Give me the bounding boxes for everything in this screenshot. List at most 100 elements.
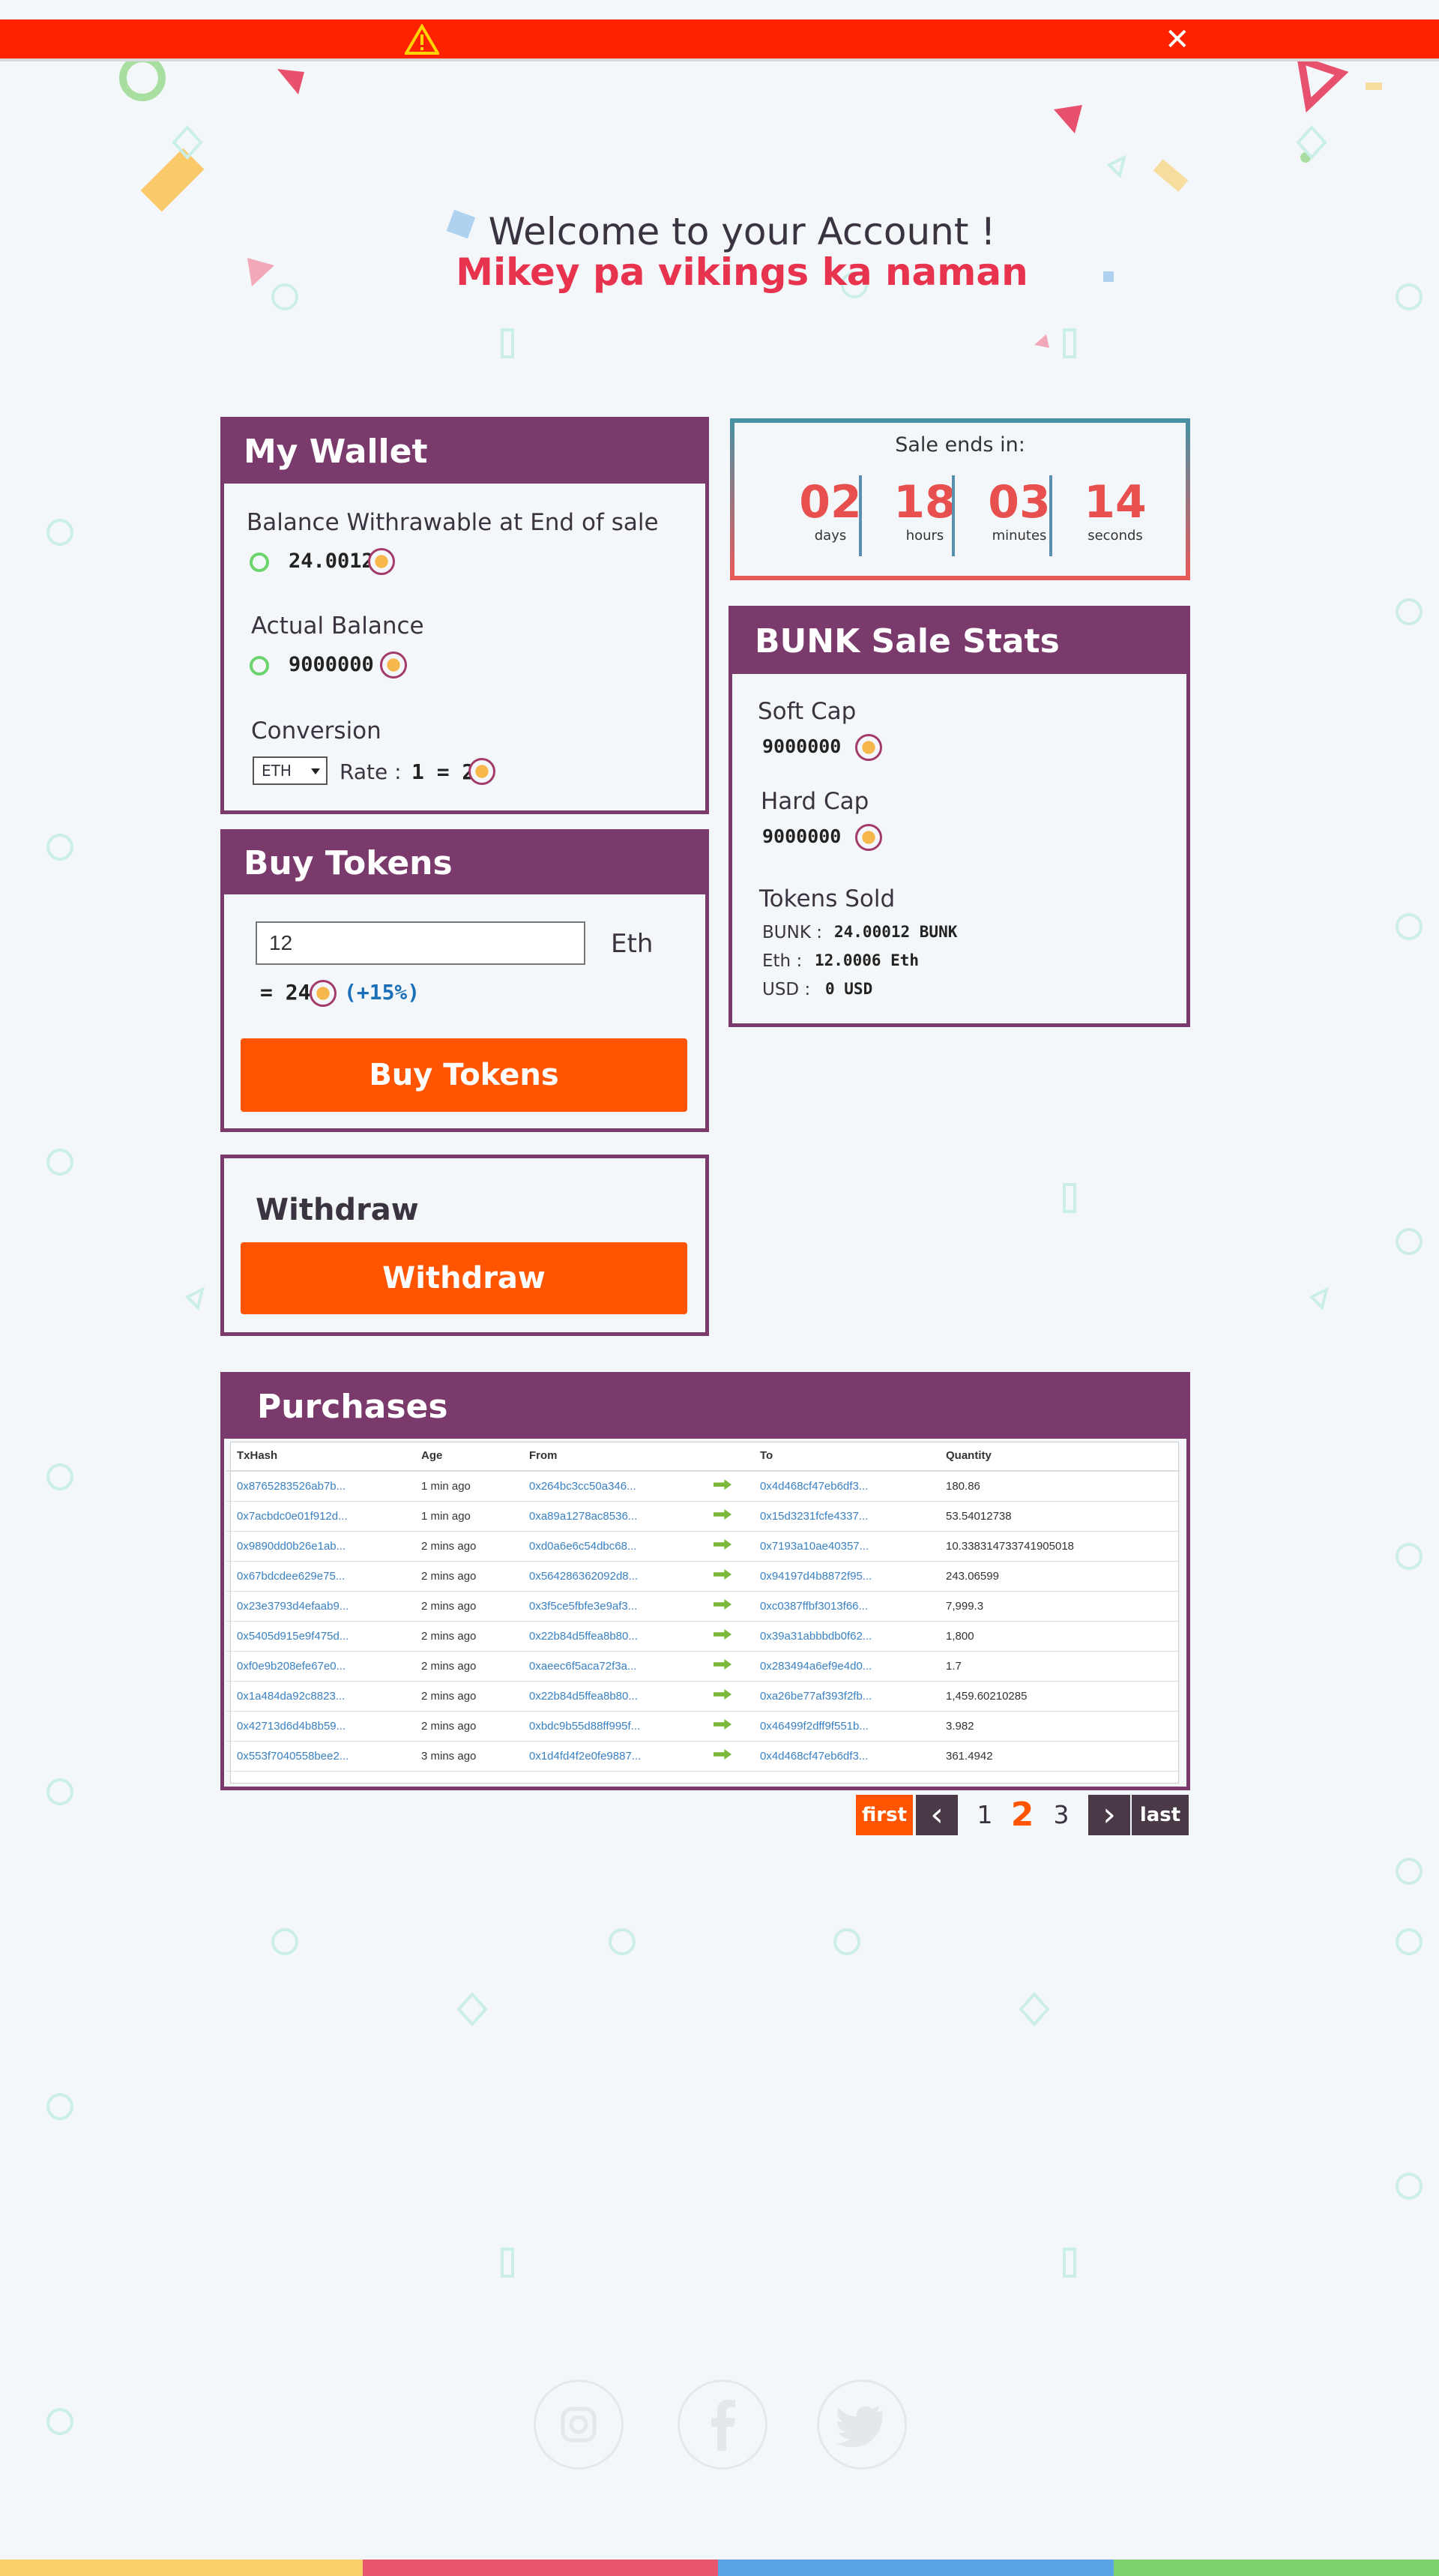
arrow-right-icon (714, 1659, 731, 1670)
column-header: TxHash (226, 1441, 411, 1472)
tx-hash-link[interactable]: 0x8765283526ab7b... (226, 1471, 411, 1502)
actual-balance-value: 9000000 (289, 653, 374, 676)
token-coin-icon (380, 651, 407, 678)
pagination-page-2-current[interactable]: 2 (1007, 1795, 1037, 1835)
token-coin-icon (368, 548, 395, 575)
arrow-right-icon (714, 1509, 731, 1520)
currency-select[interactable]: ETH (253, 756, 328, 785)
soft-cap-value: 9000000 (762, 735, 842, 757)
to-address-link[interactable]: 0x15d3231fcfe4337... (749, 1501, 935, 1532)
age-cell: 2 mins ago (411, 1561, 519, 1592)
from-address-link[interactable]: 0x22b84d5ffea8b80... (519, 1681, 703, 1712)
withdraw-button[interactable]: Withdraw (241, 1242, 687, 1314)
from-address-link[interactable]: 0xd0a6e6c54dbc68... (519, 1531, 703, 1562)
alert-bar: ✕ (0, 19, 1439, 61)
arrow-right-icon (714, 1539, 731, 1550)
from-address-link[interactable]: 0x1d4fd4f2e0fe9887... (519, 1741, 703, 1772)
withdraw-title: Withdraw (256, 1193, 419, 1227)
background-confetti (46, 54, 1423, 2435)
from-address-link[interactable]: 0xaeec6f5aca72f3a... (519, 1651, 703, 1682)
tx-hash-link[interactable]: 0xf0e9b208efe67e0... (226, 1651, 411, 1682)
eth-amount-input[interactable] (256, 921, 585, 965)
tx-hash-link[interactable]: 0x5405d915e9f475d... (226, 1621, 411, 1652)
eth-raised-value: 12.0006 Eth (815, 951, 920, 969)
footer-strip-blue (718, 2560, 1114, 2576)
seconds-value: 14 (1084, 476, 1147, 529)
tx-hash-link[interactable]: 0x1a484da92c8823... (226, 1681, 411, 1712)
twitter-icon[interactable] (817, 2380, 907, 2470)
table-row: 0x23e3793d4efaab9... 2 mins ago 0x3f5ce5fb… (226, 1591, 1180, 1622)
token-coin-icon (468, 758, 495, 785)
divider (952, 475, 955, 556)
close-icon[interactable]: ✕ (1165, 24, 1190, 55)
from-address-link[interactable]: 0x22b84d5ffea8b80... (519, 1621, 703, 1652)
pagination-last[interactable]: last (1132, 1795, 1189, 1835)
countdown-seconds: 14 seconds (1070, 477, 1160, 544)
to-address-link[interactable]: 0xc0387ffbf3013f66... (749, 1591, 935, 1622)
actual-balance-label: Actual Balance (251, 613, 424, 640)
bunk-sold-label: BUNK : (762, 923, 822, 942)
column-header: From (519, 1441, 703, 1472)
to-address-link[interactable]: 0xa26be77af393f2fb... (749, 1681, 935, 1712)
to-address-link[interactable]: 0x283494a6ef9e4d0... (749, 1651, 935, 1682)
countdown-title: Sale ends in: (895, 433, 1025, 457)
bunk-sold-value: 24.00012 BUNK (834, 923, 958, 941)
bonus-percent: (+15%) (344, 980, 420, 1005)
tx-hash-link[interactable]: 0x67bdcdee629e75... (226, 1561, 411, 1592)
tx-hash-link[interactable]: 0x42713d6d4b8b59... (226, 1711, 411, 1742)
token-coin-icon (310, 980, 337, 1007)
column-header: Quantity (935, 1441, 1180, 1472)
pagination-first[interactable]: first (856, 1795, 913, 1835)
token-result: = 24 (260, 980, 311, 1005)
conversion-label: Conversion (251, 717, 381, 744)
table-row: 0x553f7040558bee2... 3 mins ago 0x1d4fd4f2… (226, 1741, 1180, 1772)
quantity-cell: 10.338314733741905018 (935, 1531, 1180, 1562)
arrow-right-icon (714, 1569, 731, 1580)
arrow-right-icon (714, 1599, 731, 1610)
welcome-title: Welcome to your Account ! (488, 210, 996, 253)
arrow-right-icon (714, 1719, 731, 1730)
countdown-days: 02 days (785, 477, 875, 544)
tx-hash-link[interactable]: 0x553f7040558bee2... (226, 1741, 411, 1772)
pagination-page-3[interactable]: 3 (1048, 1795, 1075, 1835)
tx-hash-link[interactable]: 0x23e3793d4efaab9... (226, 1591, 411, 1622)
from-address-link[interactable]: 0x3f5ce5fbfe3e9af3... (519, 1591, 703, 1622)
pagination-prev-icon[interactable]: ‹ (916, 1795, 958, 1835)
quantity-cell: 361.4942 (935, 1741, 1180, 1772)
table-row: 0xf0e9b208efe67e0... 2 mins ago 0xaeec6f5a… (226, 1651, 1180, 1682)
table-row: 0x5405d915e9f475d... 2 mins ago 0x22b84d5f… (226, 1621, 1180, 1652)
from-address-link[interactable]: 0xbdc9b55d88ff995f... (519, 1711, 703, 1742)
purchases-table: TxHash Age From To Quantity 0x8765283526… (226, 1441, 1180, 1772)
tx-hash-link[interactable]: 0x7acbdc0e01f912d... (226, 1501, 411, 1532)
to-address-link[interactable]: 0x4d468cf47eb6df3... (749, 1741, 935, 1772)
quantity-cell: 180.86 (935, 1471, 1180, 1502)
to-address-link[interactable]: 0x39a31abbbdb0f62... (749, 1621, 935, 1652)
from-address-link[interactable]: 0x564286362092d8... (519, 1561, 703, 1592)
to-address-link[interactable]: 0x4d468cf47eb6df3... (749, 1471, 935, 1502)
to-address-link[interactable]: 0x7193a10ae40357... (749, 1531, 935, 1562)
quantity-cell: 1.7 (935, 1651, 1180, 1682)
to-address-link[interactable]: 0x46499f2dff9f551b... (749, 1711, 935, 1742)
from-address-link[interactable]: 0x264bc3cc50a346... (519, 1471, 703, 1502)
table-row: 0x7acbdc0e01f912d... 1 min ago 0xa89a1278a… (226, 1501, 1180, 1532)
soft-cap-label: Soft Cap (758, 698, 857, 725)
from-address-link[interactable]: 0xa89a1278ac8536... (519, 1501, 703, 1532)
withdrawable-value: 24.0012 (289, 550, 374, 573)
withdrawable-label: Balance Withrawable at End of sale (247, 509, 659, 536)
tx-hash-link[interactable]: 0x9890dd0b26e1ab... (226, 1531, 411, 1562)
to-address-link[interactable]: 0x94197d4b8872f95... (749, 1561, 935, 1592)
buy-tokens-button[interactable]: Buy Tokens (241, 1038, 687, 1112)
table-header-row: TxHash Age From To Quantity (226, 1441, 1180, 1472)
instagram-icon[interactable] (534, 2380, 624, 2470)
pagination-next-icon[interactable]: › (1088, 1795, 1130, 1835)
age-cell: 2 mins ago (411, 1711, 519, 1742)
age-cell: 3 mins ago (411, 1741, 519, 1772)
table-row: 0x1a484da92c8823... 2 mins ago 0x22b84d5ff… (226, 1681, 1180, 1712)
purchases-title: Purchases (224, 1376, 1186, 1439)
footer-strip-yellow (0, 2560, 363, 2576)
facebook-icon[interactable] (678, 2380, 767, 2470)
footer-strip-red (363, 2560, 718, 2576)
currency-select-value: ETH (262, 762, 292, 780)
pagination-page-1[interactable]: 1 (971, 1795, 998, 1835)
age-cell: 2 mins ago (411, 1651, 519, 1682)
